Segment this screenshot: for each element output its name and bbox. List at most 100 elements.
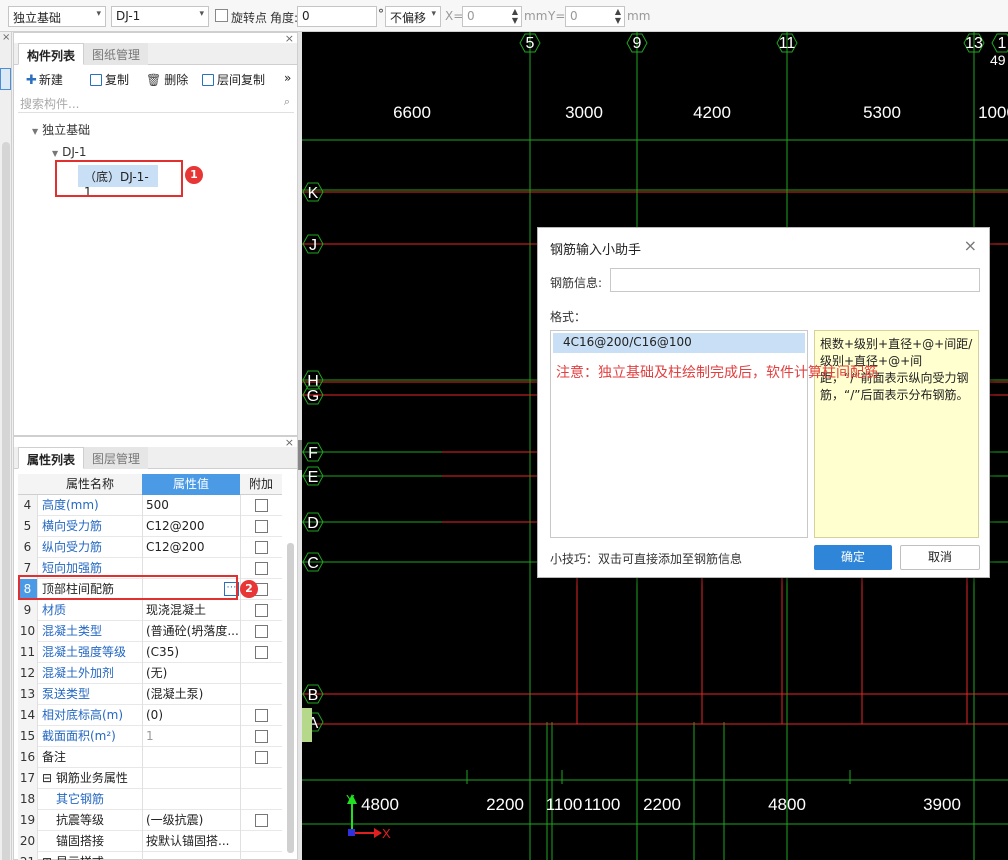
property-value[interactable]: C12@200 [142,516,240,537]
property-value[interactable]: (混凝土泵) [142,684,240,705]
tab-property-list[interactable]: 属性列表 [18,447,85,469]
new-button[interactable]: ✚ 新建 [26,71,63,88]
property-row[interactable]: 21 ⊞ 显示样式 [18,852,282,860]
caret-down-icon[interactable]: ▼ [52,149,58,158]
property-row[interactable]: 9 材质 现浇混凝土 [18,600,282,621]
tree-node-root[interactable]: ▼ 独立基础 [32,121,90,138]
axis-number-label: 9 [633,35,642,52]
property-row[interactable]: 15 截面面积(m²) 1 [18,726,282,747]
property-row[interactable]: 6 纵向受力筋 C12@200 [18,537,282,558]
tab-layer-management[interactable]: 图层管理 [84,447,149,469]
search-icon[interactable]: ⌕ [284,95,290,109]
angle-input[interactable]: 0 [297,6,377,27]
scrollbar[interactable] [287,543,294,853]
extra-checkbox[interactable] [255,751,268,764]
row-number: 4 [18,495,38,516]
axis-letter-label: G [307,388,319,405]
rotate-point-checkbox[interactable] [215,9,228,22]
rebar-input-dialog: 钢筋输入小助手 × 钢筋信息: 格式： 4C16@200/C16@100 根数+… [537,227,990,578]
cancel-button[interactable]: 取消 [900,545,980,570]
property-row[interactable]: 20 锚固搭接 按默认锚固搭... [18,831,282,852]
x-offset-value: 0 [467,9,475,23]
property-value[interactable]: 500 [142,495,240,516]
tree-node-child[interactable]: ▼ DJ-1 [52,145,86,159]
dimension-label: 49 [990,52,1006,68]
property-row[interactable]: 4 高度(mm) 500 [18,495,282,516]
property-value[interactable]: C12@200 [142,537,240,558]
property-extra-cell [240,558,282,579]
component-type-select[interactable]: 独立基础 ▾ [8,6,106,27]
rebar-info-input[interactable] [610,268,980,292]
property-row[interactable]: 11 混凝土强度等级 (C35) [18,642,282,663]
component-name-select[interactable]: DJ-1 ▾ [111,6,209,27]
property-value[interactable]: 现浇混凝土 [142,600,240,621]
format-list-item[interactable]: 4C16@200/C16@100 [553,333,805,353]
spin-icon[interactable]: ▲ ▼ [512,7,518,25]
property-value[interactable] [142,852,240,860]
scrollbar[interactable] [2,142,10,860]
property-row[interactable]: 12 混凝土外加剂 (无) [18,663,282,684]
close-icon[interactable]: × [2,32,10,43]
property-value[interactable]: 1 [142,726,240,747]
extra-checkbox[interactable] [255,709,268,722]
more-button[interactable]: » [284,71,291,85]
y-offset-input[interactable]: 0 ▲ ▼ [565,6,625,27]
dimension-label: 6600 [393,103,431,122]
property-value[interactable] [142,747,240,768]
property-row[interactable]: 16 备注 [18,747,282,768]
extra-checkbox[interactable] [255,646,268,659]
extra-checkbox[interactable] [255,520,268,533]
property-name: 纵向受力筋 [42,540,103,554]
degree-unit: ° [378,7,384,21]
property-row[interactable]: 19 抗震等级 (一级抗震) [18,810,282,831]
dimension-label: 1100 [546,795,583,814]
floor-copy-button[interactable]: 层间复制 [202,71,265,88]
property-value[interactable]: 按默认锚固搭... [142,831,240,852]
extra-checkbox[interactable] [255,625,268,638]
property-extra-cell [240,768,282,789]
axis-number-label: 1 [998,35,1007,52]
extra-checkbox[interactable] [255,499,268,512]
annotation-note: 注意：独立基础及柱绘制完成后，软件计算柱间配筋 [556,365,878,381]
row-number: 18 [18,789,38,810]
floor-copy-label: 层间复制 [217,73,266,87]
x-offset-input[interactable]: 0 ▲ ▼ [462,6,522,27]
property-row[interactable]: 18 其它钢筋 [18,789,282,810]
component-search-input[interactable]: 搜索构件... ⌕ [18,95,294,113]
property-value[interactable]: (无) [142,663,240,684]
extra-checkbox[interactable] [255,541,268,554]
property-row[interactable]: 17 ⊟ 钢筋业务属性 [18,768,282,789]
tab-component-list[interactable]: 构件列表 [18,43,85,65]
spin-icon[interactable]: ▲ ▼ [615,7,621,25]
extra-checkbox[interactable] [255,562,268,575]
top-toolbar: 独立基础 ▾ DJ-1 ▾ 旋转点 角度: 0 ° 不偏移 ▾ X= 0 ▲ ▼ … [0,0,1008,32]
row-number: 20 [18,831,38,852]
extra-checkbox[interactable] [255,604,268,617]
property-value[interactable] [142,789,240,810]
row-number: 14 [18,705,38,726]
property-value[interactable]: (C35) [142,642,240,663]
close-icon[interactable]: × [964,236,977,255]
property-row[interactable]: 13 泵送类型 (混凝土泵) [18,684,282,705]
row-number: 17 [18,768,38,789]
y-axis-label: Y [346,792,355,807]
tab-drawing-management[interactable]: 图纸管理 [84,43,149,65]
property-row[interactable]: 5 横向受力筋 C12@200 [18,516,282,537]
caret-down-icon[interactable]: ▼ [32,127,38,136]
property-value[interactable]: (普通砼(坍落度... [142,621,240,642]
ok-button[interactable]: 确定 [814,545,892,570]
property-extra-cell [240,747,282,768]
property-value[interactable]: (0) [142,705,240,726]
offset-select[interactable]: 不偏移 ▾ [385,6,441,27]
property-value[interactable]: (一级抗震) [142,810,240,831]
extra-checkbox[interactable] [255,730,268,743]
property-name: 混凝土外加剂 [42,666,115,680]
extra-checkbox[interactable] [255,814,268,827]
panel-toggle-button[interactable] [0,68,11,90]
property-value[interactable] [142,768,240,789]
property-row[interactable]: 14 相对底标高(m) (0) [18,705,282,726]
delete-button[interactable]: 🗑 删除 [146,71,188,88]
copy-button[interactable]: 复制 [90,71,129,88]
highlight-box [55,160,183,197]
property-row[interactable]: 10 混凝土类型 (普通砼(坍落度... [18,621,282,642]
